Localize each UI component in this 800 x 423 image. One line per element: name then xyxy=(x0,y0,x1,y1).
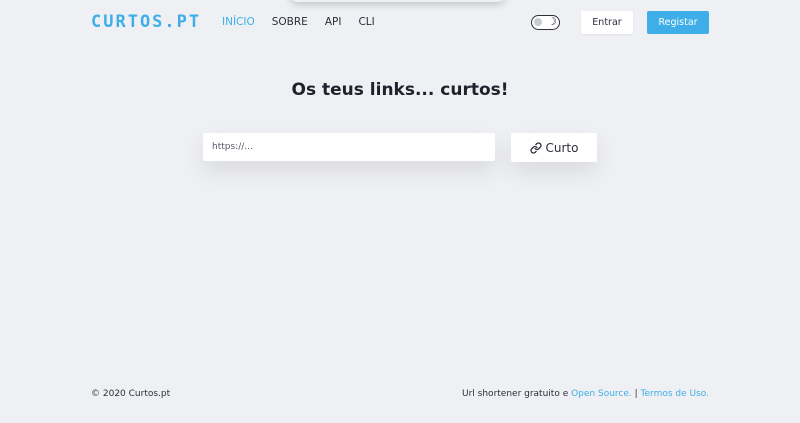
footer-info: Url shortener gratuito e Open Source. | … xyxy=(462,389,709,399)
url-input[interactable] xyxy=(203,133,495,161)
nav-inicio[interactable]: INÍCIO xyxy=(222,16,255,28)
footer-tagline: Url shortener gratuito e xyxy=(462,389,572,399)
footer-copyright: © 2020 Curtos.pt xyxy=(91,389,171,399)
theme-toggle[interactable]: ☽ xyxy=(531,15,560,30)
page-title: Os teus links... curtos! xyxy=(291,80,509,100)
footer-separator: | xyxy=(631,389,641,399)
shorten-button-label: Curto xyxy=(545,140,579,155)
open-source-link[interactable]: Open Source. xyxy=(571,389,632,399)
register-button[interactable]: Registar xyxy=(647,11,709,34)
moon-icon: ☽ xyxy=(547,15,557,28)
header: CURTOS.PT INÍCIO SOBRE API CLI ☽ Entrar … xyxy=(0,0,800,46)
nav-api[interactable]: API xyxy=(325,16,342,28)
toggle-knob xyxy=(534,18,542,26)
shorten-button[interactable]: Curto xyxy=(511,133,597,162)
nav-sobre[interactable]: SOBRE xyxy=(272,16,308,28)
nav-cli[interactable]: CLI xyxy=(358,16,374,28)
link-icon xyxy=(529,141,542,154)
login-button[interactable]: Entrar xyxy=(581,11,633,34)
logo[interactable]: CURTOS.PT xyxy=(91,12,201,32)
terms-link[interactable]: Termos de Uso. xyxy=(641,389,709,399)
main-nav: INÍCIO SOBRE API CLI xyxy=(222,16,392,28)
